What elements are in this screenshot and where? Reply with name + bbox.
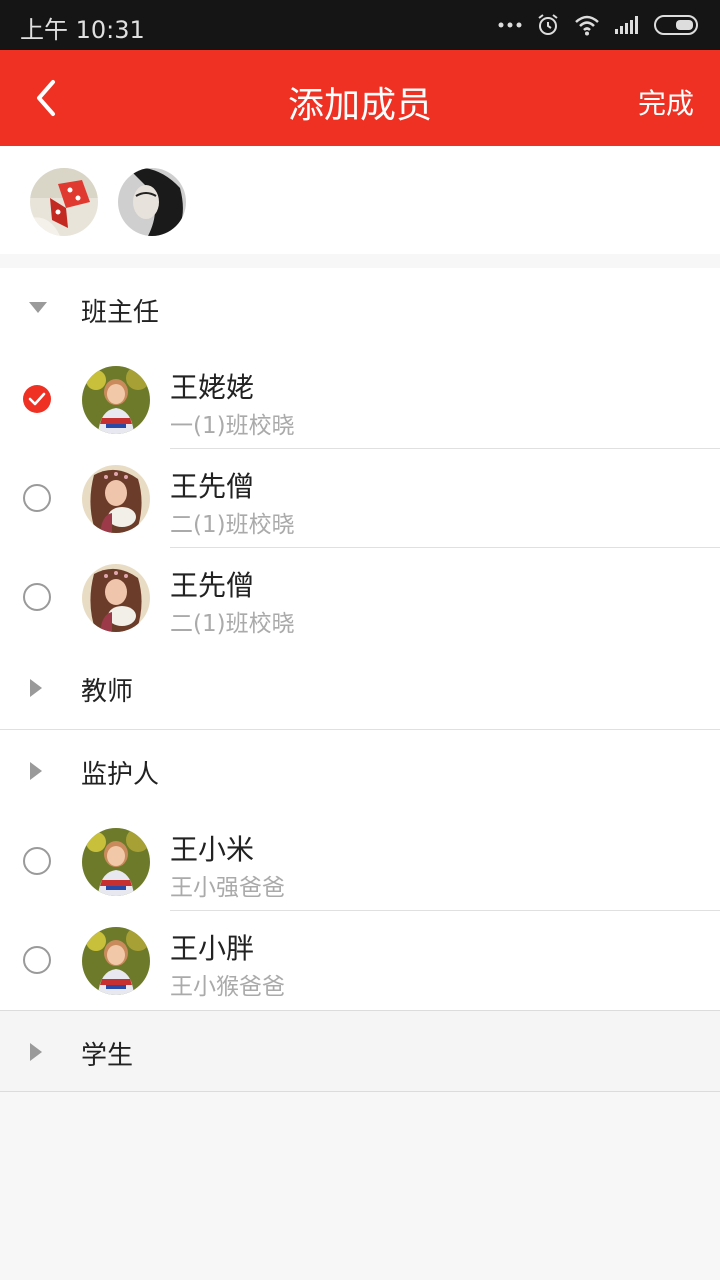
alarm-icon: [538, 14, 558, 35]
checkbox-unchecked[interactable]: [23, 847, 51, 875]
group-name: 学生: [81, 1041, 134, 1071]
child-photo-icon: [82, 828, 150, 896]
status-bar: 上午 10:31: [0, 0, 720, 50]
member-subtitle: 王小猴爸爸: [170, 974, 285, 1000]
member-subtitle: 一(1)班校晓: [170, 413, 295, 439]
child-photo-icon: [82, 927, 150, 995]
triangle-right-icon: [30, 1043, 42, 1061]
avatar: [82, 465, 150, 533]
checkbox-unchecked[interactable]: [23, 583, 51, 611]
selected-avatar[interactable]: [118, 168, 186, 236]
selected-avatar[interactable]: [30, 168, 98, 236]
group-header-students[interactable]: 学生: [0, 1010, 720, 1092]
member-subtitle: 二(1)班校晓: [170, 611, 295, 637]
avatar: [82, 366, 150, 434]
page-title: 添加成员: [287, 85, 432, 126]
member-row[interactable]: 王小米 王小强爸爸: [0, 812, 720, 911]
member-subtitle: 王小强爸爸: [170, 875, 285, 901]
triangle-right-icon: [30, 762, 42, 780]
member-name: 王先僧: [170, 569, 255, 602]
selected-members: [0, 146, 720, 254]
woman-photo-icon: [118, 168, 186, 236]
group-header-head-teacher[interactable]: 班主任: [0, 268, 720, 350]
battery-icon: [654, 15, 698, 35]
girl-bunny-photo-icon: [82, 564, 150, 632]
member-name: 王小胖: [170, 932, 255, 965]
avatar: [82, 828, 150, 896]
group-name: 班主任: [81, 298, 160, 328]
member-row[interactable]: 王先僧 二(1)班校晓: [0, 548, 720, 647]
dice-photo-icon: [30, 168, 98, 236]
more-dots-icon: [498, 22, 522, 28]
status-icons: [498, 12, 700, 38]
group-name: 教师: [81, 677, 134, 707]
member-name: 王小米: [170, 833, 255, 866]
member-name: 王姥姥: [170, 371, 255, 404]
child-photo-icon: [82, 366, 150, 434]
member-row[interactable]: 王小胖 王小猴爸爸: [0, 911, 720, 1010]
group-header-guardians[interactable]: 监护人: [0, 730, 720, 812]
status-time: 上午 10:31: [20, 16, 145, 44]
member-row[interactable]: 王姥姥 一(1)班校晓: [0, 350, 720, 449]
member-list: 班主任 王姥姥 一(1)班校晓 王先僧 二(1)班校晓 王先僧 二(1)班校晓 …: [0, 268, 720, 1092]
checkbox-checked[interactable]: [23, 385, 51, 413]
done-button[interactable]: 完成: [638, 82, 694, 122]
triangle-down-icon: [29, 302, 47, 313]
member-subtitle: 二(1)班校晓: [170, 512, 295, 538]
header-bar: 添加成员 完成: [0, 50, 720, 146]
wifi-icon: [575, 15, 599, 36]
checkbox-unchecked[interactable]: [23, 946, 51, 974]
avatar: [82, 927, 150, 995]
member-row[interactable]: 王先僧 二(1)班校晓: [0, 449, 720, 548]
avatar: [82, 564, 150, 632]
group-header-teachers[interactable]: 教师: [0, 647, 720, 729]
checkbox-unchecked[interactable]: [23, 484, 51, 512]
group-name: 监护人: [81, 760, 160, 790]
girl-bunny-photo-icon: [82, 465, 150, 533]
signal-icon: [615, 16, 638, 34]
member-name: 王先僧: [170, 470, 255, 503]
triangle-right-icon: [30, 679, 42, 697]
checkmark-icon: [28, 392, 46, 406]
